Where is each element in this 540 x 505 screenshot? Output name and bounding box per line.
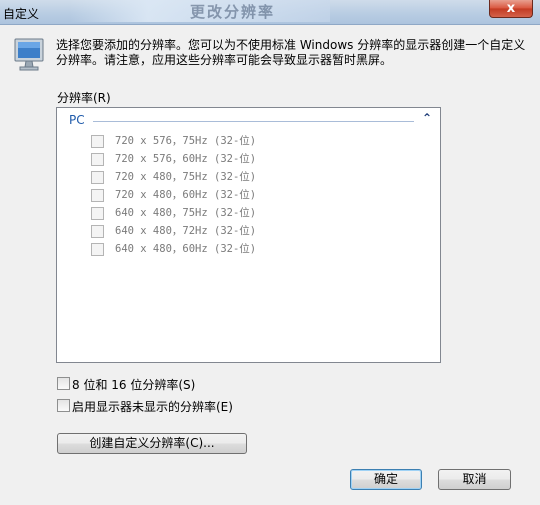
item-label: 640 x 480，72Hz (32-位) — [115, 225, 257, 237]
low-color-checkbox[interactable] — [57, 377, 70, 390]
item-checkbox[interactable] — [91, 225, 104, 238]
close-icon: x — [506, 1, 516, 16]
item-label: 720 x 480，75Hz (32-位) — [115, 171, 257, 183]
hidden-modes-label: 启用显示器未显示的分辨率(E) — [72, 400, 233, 414]
item-checkbox[interactable] — [91, 243, 104, 256]
background-window-title: 更改分辨率 — [70, 0, 330, 22]
group-header-pc[interactable]: PC ⌃ — [69, 111, 434, 128]
item-label: 720 x 576，60Hz (32-位) — [115, 153, 257, 165]
resolution-list-label: 分辨率(R) — [57, 91, 111, 105]
group-title: PC — [69, 113, 85, 127]
list-item[interactable]: 720 x 576，60Hz (32-位) — [91, 150, 411, 168]
item-checkbox[interactable] — [91, 171, 104, 184]
list-item[interactable]: 640 x 480，75Hz (32-位) — [91, 204, 411, 222]
list-item[interactable]: 720 x 480，75Hz (32-位) — [91, 168, 411, 186]
chevron-up-icon[interactable]: ⌃ — [422, 111, 432, 125]
create-custom-resolution-button[interactable]: 创建自定义分辨率(C)... — [57, 433, 247, 454]
item-checkbox[interactable] — [91, 207, 104, 220]
background-window-title-text: 更改分辨率 — [190, 3, 276, 21]
item-label: 640 x 480，60Hz (32-位) — [115, 243, 257, 255]
item-label: 720 x 480，60Hz (32-位) — [115, 189, 257, 201]
monitor-icon — [14, 38, 44, 71]
window-title: 自定义 — [3, 7, 40, 21]
group-divider — [93, 121, 414, 122]
item-checkbox[interactable] — [91, 135, 104, 148]
item-label: 640 x 480，75Hz (32-位) — [115, 207, 257, 219]
item-checkbox[interactable] — [91, 153, 104, 166]
low-color-label: 8 位和 16 位分辨率(S) — [72, 378, 196, 392]
description-text: 选择您要添加的分辨率。您可以为不使用标准 Windows 分辨率的显示器创建一个… — [56, 38, 526, 67]
list-item[interactable]: 720 x 576，75Hz (32-位) — [91, 132, 411, 150]
list-item[interactable]: 720 x 480，60Hz (32-位) — [91, 186, 411, 204]
ok-button[interactable]: 确定 — [350, 469, 422, 490]
list-item[interactable]: 640 x 480，60Hz (32-位) — [91, 240, 411, 258]
resolution-items: 720 x 576，75Hz (32-位) 720 x 576，60Hz (32… — [91, 132, 411, 258]
cancel-button[interactable]: 取消 — [438, 469, 511, 490]
item-checkbox[interactable] — [91, 189, 104, 202]
hidden-modes-checkbox[interactable] — [57, 399, 70, 412]
resolution-listbox[interactable]: PC ⌃ 720 x 576，75Hz (32-位) 720 x 576，60H… — [56, 107, 441, 363]
item-label: 720 x 576，75Hz (32-位) — [115, 135, 257, 147]
list-item[interactable]: 640 x 480，72Hz (32-位) — [91, 222, 411, 240]
title-bar: 更改分辨率 自定义 x — [0, 0, 540, 25]
close-button[interactable]: x — [489, 0, 533, 18]
